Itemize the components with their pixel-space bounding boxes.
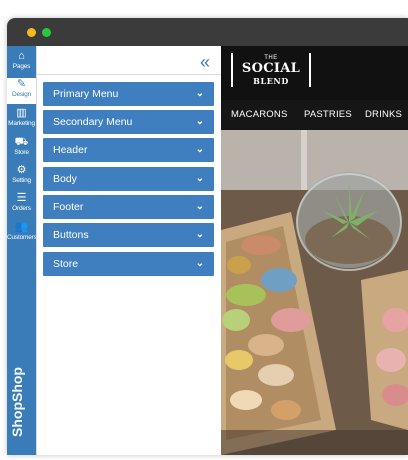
- section-body[interactable]: Body ⌄: [43, 167, 214, 191]
- section-label: Header: [53, 144, 88, 156]
- rail-item-store[interactable]: ⛟ Store: [7, 136, 36, 162]
- rail-item-design[interactable]: ✎ Design: [7, 78, 36, 104]
- nav-pastries[interactable]: PASTRIES: [304, 109, 352, 120]
- chart-icon: ▥: [16, 107, 27, 119]
- gear-icon: ⚙: [16, 164, 27, 176]
- section-header[interactable]: Header ⌄: [43, 138, 214, 162]
- rail-item-label: Orders: [12, 205, 31, 212]
- rail-item-customers[interactable]: 👥 Customers: [7, 221, 37, 247]
- chevron-down-icon: ⌄: [195, 173, 204, 184]
- chevron-down-icon: ⌄: [195, 144, 204, 155]
- section-label: Secondary Menu: [53, 116, 133, 128]
- rail-item-label: Design: [11, 91, 32, 98]
- rail-item-orders[interactable]: ☰ Orders: [7, 192, 36, 218]
- title-bar: [7, 18, 408, 46]
- cart-icon: ⛟: [14, 136, 29, 148]
- maximize-button[interactable]: [42, 28, 51, 37]
- section-footer[interactable]: Footer ⌄: [43, 195, 214, 219]
- users-icon: 👥: [14, 221, 29, 233]
- editor-sidebar-rail: ⌂ Pages ✎ Design ▥ Marketing ⛟ Store ⚙ S…: [7, 46, 37, 455]
- rail-item-label: Store: [14, 149, 29, 156]
- brush-icon: ✎: [16, 78, 27, 90]
- section-primary-menu[interactable]: Primary Menu ⌄: [43, 82, 214, 106]
- chevron-down-icon: ⌄: [195, 229, 204, 240]
- list-icon: ☰: [16, 192, 27, 204]
- rail-item-label: Setting: [12, 177, 31, 184]
- rail-item-label: Pages: [12, 63, 31, 70]
- site-header: THE SOCIAL BLEND: [221, 46, 408, 100]
- design-panel: « Primary Menu ⌄ Secondary Menu ⌄ Header…: [36, 46, 222, 455]
- site-logo[interactable]: THE SOCIAL BLEND: [231, 53, 311, 87]
- chevron-down-icon: ⌄: [195, 116, 204, 127]
- chevron-down-icon: ⌄: [195, 258, 204, 269]
- nav-drinks[interactable]: DRINKS: [365, 109, 402, 120]
- collapse-panel-icon[interactable]: «: [200, 52, 210, 73]
- rail-item-label: Marketing: [8, 120, 35, 127]
- rail-item-setting[interactable]: ⚙ Setting: [7, 164, 36, 190]
- chevron-down-icon: ⌄: [195, 201, 204, 212]
- section-label: Footer: [53, 201, 84, 213]
- site-preview: THE SOCIAL BLEND MACARONS PASTRIES DRINK…: [221, 46, 408, 455]
- logo-blend: BLEND: [253, 76, 289, 86]
- section-store[interactable]: Store ⌄: [43, 252, 214, 276]
- section-label: Primary Menu: [53, 88, 119, 100]
- section-label: Store: [53, 258, 79, 270]
- nav-macarons[interactable]: MACARONS: [231, 109, 288, 120]
- site-nav: MACARONS PASTRIES DRINKS: [221, 100, 408, 130]
- rail-item-label: Customers: [7, 234, 37, 241]
- minimize-button[interactable]: [27, 28, 36, 37]
- logo-social: SOCIAL: [241, 61, 301, 76]
- section-buttons[interactable]: Buttons ⌄: [43, 223, 214, 247]
- section-label: Buttons: [53, 229, 89, 241]
- chevron-down-icon: ⌄: [195, 88, 204, 99]
- hero-image: [221, 130, 408, 455]
- section-secondary-menu[interactable]: Secondary Menu ⌄: [43, 110, 214, 134]
- section-label: Body: [53, 173, 77, 185]
- app-window: ⌂ Pages ✎ Design ▥ Marketing ⛟ Store ⚙ S…: [7, 18, 408, 455]
- panel-divider: [37, 74, 222, 75]
- brand-logo: ShopShop: [9, 367, 25, 437]
- pages-icon: ⌂: [18, 50, 25, 62]
- rail-item-marketing[interactable]: ▥ Marketing: [7, 107, 36, 133]
- rail-item-pages[interactable]: ⌂ Pages: [7, 50, 36, 76]
